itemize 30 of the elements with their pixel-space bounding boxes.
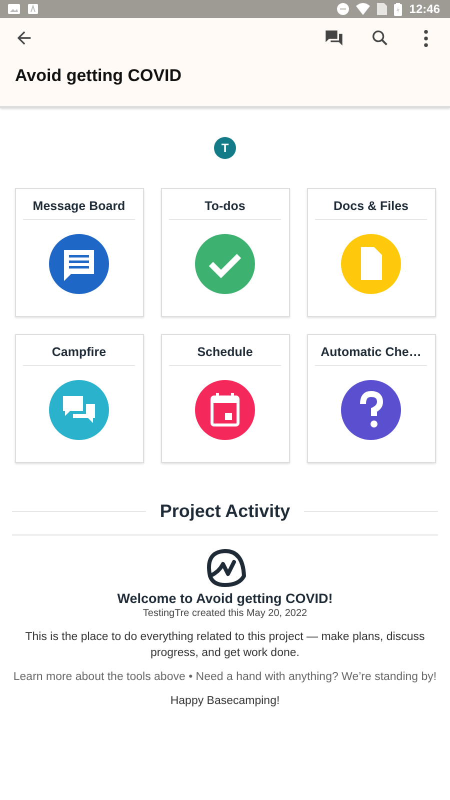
wifi-icon (356, 3, 370, 15)
image-icon (8, 4, 20, 14)
battery-icon (394, 2, 402, 16)
created-note: TestingTre created this May 20, 2022 (142, 608, 308, 619)
do-not-disturb-icon (337, 3, 350, 15)
search-icon (370, 28, 390, 48)
avatar[interactable]: T (214, 137, 236, 159)
section-heading: Project Activity (160, 501, 290, 522)
signoff-text: Happy Basecamping! (170, 694, 280, 709)
notification-icon (27, 4, 39, 14)
tool-title: To-dos (204, 199, 246, 213)
welcome-heading: Welcome to Avoid getting COVID! (117, 591, 333, 606)
tool-card[interactable]: Automatic Che… (306, 334, 436, 463)
tool-card[interactable]: Message Board (14, 188, 144, 317)
help-text: Learn more about the tools above • Need a hand with anything? We’re standing by! (13, 671, 437, 683)
chat-bubbles-icon (324, 28, 344, 48)
project-title: Avoid getting COVID (15, 66, 183, 86)
tool-card[interactable]: Campfire (14, 334, 144, 463)
tool-title: Schedule (197, 345, 253, 359)
status-time: 12:46 (409, 2, 440, 16)
tool-title: Message Board (32, 199, 126, 213)
tool-title: Automatic Che… (320, 345, 422, 359)
tool-card[interactable]: Schedule (160, 334, 290, 463)
tool-card[interactable]: To-dos (160, 188, 290, 317)
intro-text: This is the place to do everything related to this project — make plans, discuss progress, and get work done. (24, 630, 426, 661)
tool-title: Campfire (52, 345, 106, 359)
tool-title: Docs & Files (333, 199, 409, 213)
tool-card[interactable]: Docs & Files (306, 188, 436, 317)
more-icon (424, 30, 428, 46)
no-sim-icon (377, 3, 388, 15)
